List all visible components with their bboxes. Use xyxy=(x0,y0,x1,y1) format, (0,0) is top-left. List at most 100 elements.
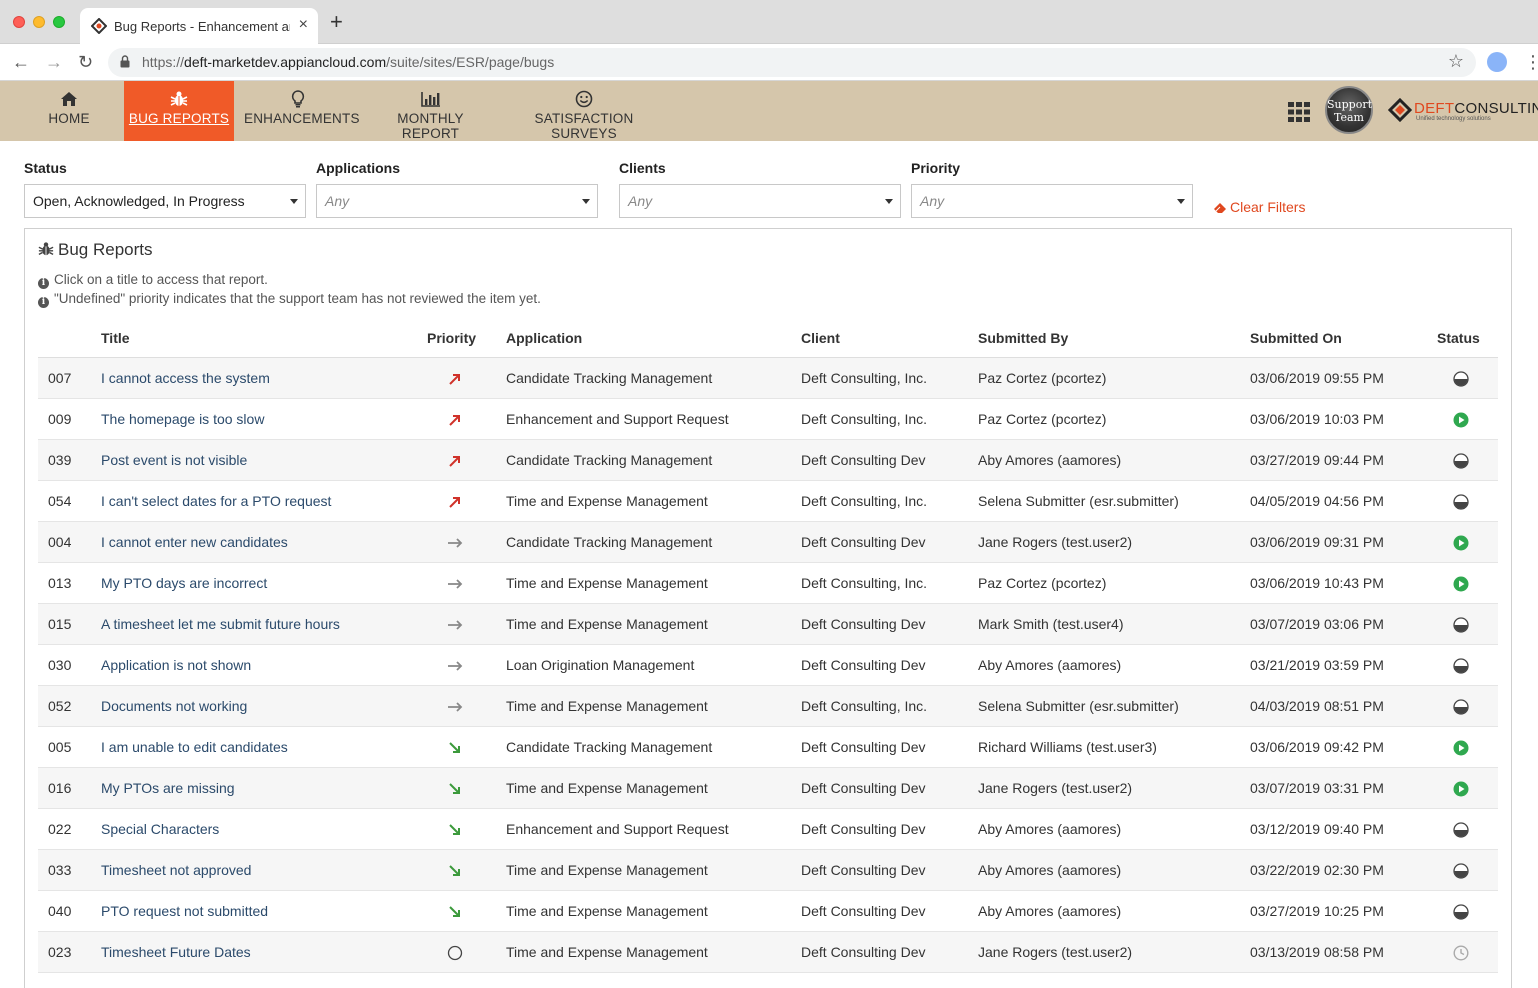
row-submitted-on: 04/05/2019 04:56 PM xyxy=(1250,493,1384,509)
row-id: 022 xyxy=(48,821,72,837)
row-client: Deft Consulting Dev xyxy=(801,944,926,960)
row-id: 040 xyxy=(48,903,72,919)
clear-filters-link[interactable]: Clear Filters xyxy=(1213,199,1305,215)
column-header-application[interactable]: Application xyxy=(506,330,582,346)
address-bar[interactable]: https://deft-marketdev.appiancloud.com/s… xyxy=(108,48,1476,77)
reload-icon[interactable]: ↻ xyxy=(78,50,93,74)
row-application: Time and Expense Management xyxy=(506,616,708,632)
browser-tab[interactable]: Bug Reports - Enhancement and Support Re… xyxy=(80,8,318,45)
row-submitted-on: 03/12/2019 09:40 PM xyxy=(1250,821,1384,837)
row-client: Deft Consulting, Inc. xyxy=(801,575,928,591)
row-id: 007 xyxy=(48,370,72,386)
tab-close-icon[interactable]: × xyxy=(299,16,308,34)
browser-menu-icon[interactable]: ⋮ xyxy=(1524,50,1538,74)
row-title-link[interactable]: Application is not shown xyxy=(101,657,251,673)
row-title-link[interactable]: The homepage is too slow xyxy=(101,411,264,427)
nav-satisfaction-surveys-label: SATISFACTION SURVEYS xyxy=(534,111,634,141)
window-maximize-button[interactable] xyxy=(53,16,65,28)
row-title-link[interactable]: I can't select dates for a PTO request xyxy=(101,493,331,509)
new-tab-icon[interactable]: + xyxy=(330,11,343,33)
nav-enhancements[interactable]: ENHANCEMENTS xyxy=(244,81,359,141)
window-minimize-button[interactable] xyxy=(33,16,45,28)
deft-consulting-logo: DEFTCONSULTING Unified technology soluti… xyxy=(1388,98,1538,128)
row-title-link[interactable]: PTO request not submitted xyxy=(101,903,268,919)
panel-title: Bug Reports xyxy=(38,240,153,260)
row-submitted-on: 03/06/2019 09:42 PM xyxy=(1250,739,1384,755)
applications-filter-dropdown[interactable]: Any xyxy=(316,184,598,218)
status-acknowledged-icon xyxy=(1453,904,1469,920)
row-application: Enhancement and Support Request xyxy=(506,411,729,427)
nav-bug-reports[interactable]: BUG REPORTS xyxy=(124,81,234,141)
row-application: Time and Expense Management xyxy=(506,862,708,878)
row-title-link[interactable]: A timesheet let me submit future hours xyxy=(101,616,340,632)
applications-filter-placeholder: Any xyxy=(325,193,350,209)
profile-avatar[interactable] xyxy=(1487,52,1507,72)
row-application: Candidate Tracking Management xyxy=(506,534,713,550)
table-row: 030 Application is not shown Loan Originat… xyxy=(38,645,1498,686)
table-row: 004 I cannot enter new candidates Candidat… xyxy=(38,522,1498,563)
forward-arrow-icon[interactable]: → xyxy=(45,50,63,74)
row-submitted-by: Aby Amores (aamores) xyxy=(978,903,1122,919)
app-grid-icon[interactable] xyxy=(1288,102,1310,122)
nav-home[interactable]: HOME xyxy=(37,81,101,141)
row-title-link[interactable]: Documents not working xyxy=(101,698,247,714)
row-title-link[interactable]: I am unable to edit candidates xyxy=(101,739,288,755)
priority-medium-arrow-icon xyxy=(448,620,463,630)
status-in-progress-icon xyxy=(1453,535,1469,551)
column-header-client[interactable]: Client xyxy=(801,330,840,346)
bug-icon xyxy=(170,91,188,106)
row-submitted-on: 04/03/2019 08:51 PM xyxy=(1250,698,1384,714)
logo-mark-icon xyxy=(1388,98,1412,122)
row-id: 005 xyxy=(48,739,72,755)
column-header-submitted-by[interactable]: Submitted By xyxy=(978,330,1068,346)
row-title-link[interactable]: My PTO days are incorrect xyxy=(101,575,267,591)
row-submitted-by: Paz Cortez (pcortez) xyxy=(978,411,1107,427)
column-header-status[interactable]: Status xyxy=(1437,330,1480,346)
row-title-link[interactable]: Special Characters xyxy=(101,821,219,837)
priority-undefined-circle-icon xyxy=(447,945,463,961)
column-header-priority[interactable]: Priority xyxy=(427,330,476,346)
clients-filter-dropdown[interactable]: Any xyxy=(619,184,901,218)
tab-title: Bug Reports - Enhancement and Support Re… xyxy=(114,19,290,34)
row-application: Time and Expense Management xyxy=(506,944,708,960)
window-close-button[interactable] xyxy=(13,16,25,28)
table-row: 015 A timesheet let me submit future hour… xyxy=(38,604,1498,645)
support-team-avatar[interactable]: Support Team xyxy=(1325,86,1373,134)
row-id: 016 xyxy=(48,780,72,796)
priority-high-arrow-icon xyxy=(449,374,460,385)
row-title-link[interactable]: Timesheet Future Dates xyxy=(101,944,251,960)
lightbulb-icon xyxy=(291,90,305,108)
info-icon: i xyxy=(38,278,49,289)
support-badge-line2: Team xyxy=(1334,111,1364,124)
panel-title-text: Bug Reports xyxy=(58,240,153,259)
nav-monthly-report[interactable]: MONTHLY REPORT xyxy=(372,81,489,141)
row-submitted-by: Paz Cortez (pcortez) xyxy=(978,370,1107,386)
priority-high-arrow-icon xyxy=(449,456,460,467)
row-client: Deft Consulting Dev xyxy=(801,452,926,468)
nav-satisfaction-surveys[interactable]: SATISFACTION SURVEYS xyxy=(510,81,658,141)
chevron-down-icon xyxy=(885,199,893,204)
bookmark-star-icon[interactable]: ☆ xyxy=(1448,51,1464,72)
info-note-1: i Click on a title to access that report. xyxy=(38,272,268,289)
row-id: 023 xyxy=(48,944,72,960)
priority-filter-placeholder: Any xyxy=(920,193,945,209)
status-filter-dropdown[interactable]: Open, Acknowledged, In Progress xyxy=(24,184,306,218)
nav-monthly-report-label: MONTHLY REPORT xyxy=(397,111,464,141)
row-title-link[interactable]: Post event is not visible xyxy=(101,452,247,468)
row-id: 052 xyxy=(48,698,72,714)
row-id: 054 xyxy=(48,493,72,509)
row-title-link[interactable]: I cannot access the system xyxy=(101,370,270,386)
row-title-link[interactable]: My PTOs are missing xyxy=(101,780,235,796)
column-header-submitted-on[interactable]: Submitted On xyxy=(1250,330,1342,346)
status-in-progress-icon xyxy=(1453,412,1469,428)
priority-filter-dropdown[interactable]: Any xyxy=(911,184,1193,218)
row-application: Loan Origination Management xyxy=(506,657,695,673)
info-note-2: i "Undefined" priority indicates that the… xyxy=(38,291,541,308)
priority-medium-arrow-icon xyxy=(448,661,463,671)
column-header-title[interactable]: Title xyxy=(101,330,130,346)
back-arrow-icon[interactable]: ← xyxy=(12,50,30,74)
row-title-link[interactable]: Timesheet not approved xyxy=(101,862,251,878)
row-title-link[interactable]: I cannot enter new candidates xyxy=(101,534,288,550)
status-acknowledged-icon xyxy=(1453,371,1469,387)
status-in-progress-icon xyxy=(1453,576,1469,592)
